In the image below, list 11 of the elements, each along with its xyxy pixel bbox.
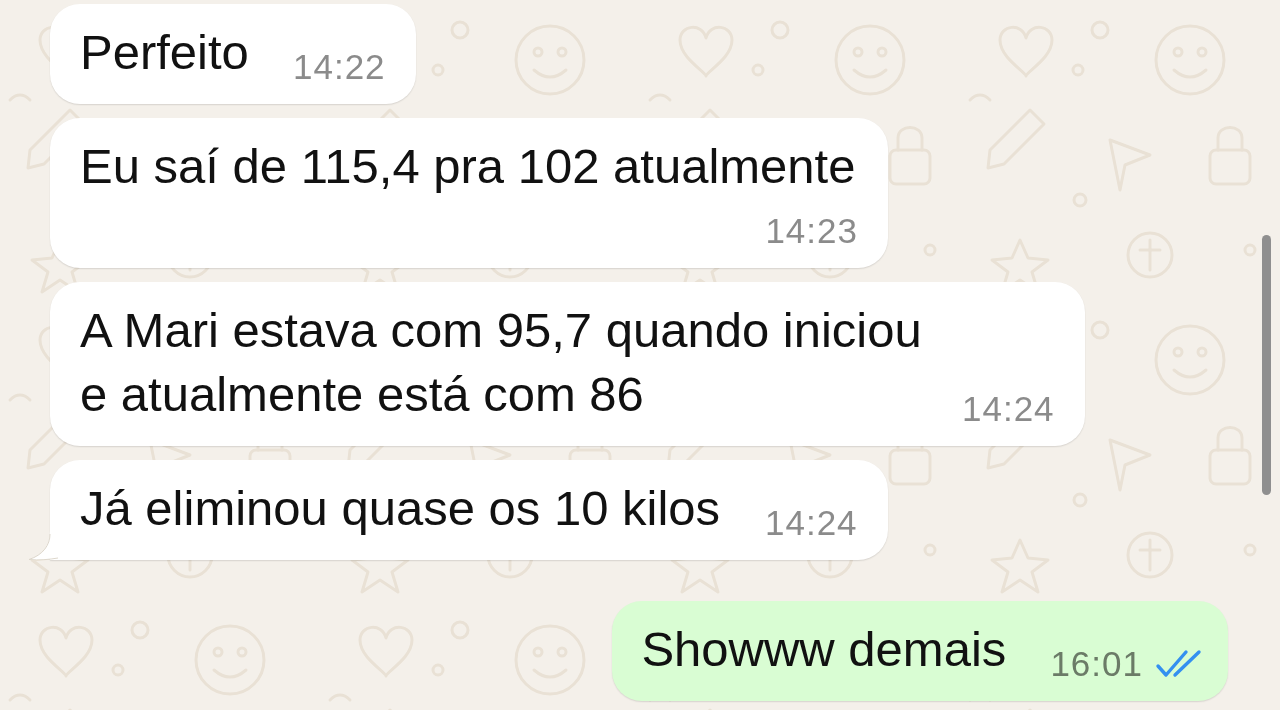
message-text: Showww demais [641, 621, 1008, 678]
message-time: 14:24 [765, 505, 858, 540]
message-text: Eu saí de 115,4 pra 102 atualmente [80, 138, 857, 195]
scrollbar-thumb[interactable] [1262, 235, 1271, 495]
message-time: 16:01 [1050, 646, 1143, 681]
message-time: 14:23 [765, 213, 858, 248]
message-time: 14:24 [962, 391, 1055, 426]
message-text: A Mari estava com 95,7 quando iniciou e atualmente está com 86 [80, 302, 923, 423]
message-text: Já eliminou quase os 10 kilos [80, 480, 722, 537]
message-time: 14:22 [293, 49, 386, 84]
message-text: Perfeito [80, 24, 250, 81]
